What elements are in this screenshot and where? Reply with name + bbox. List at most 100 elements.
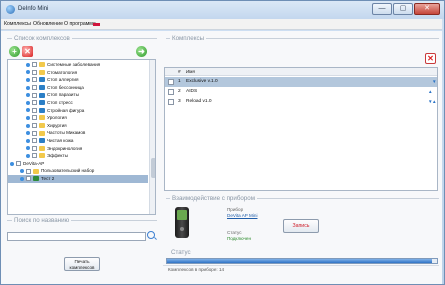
expand-icon[interactable]: [20, 176, 24, 181]
status-label: Статус: [227, 230, 242, 235]
write-button[interactable]: Запись: [283, 219, 319, 233]
tree-item-checkbox[interactable]: [32, 138, 37, 144]
expand-icon[interactable]: [10, 161, 14, 166]
tree-item[interactable]: Эффекты: [8, 152, 148, 160]
tree-item[interactable]: Стоп аллергия: [8, 76, 148, 84]
add-complex-button[interactable]: +: [9, 46, 20, 57]
expand-icon[interactable]: [26, 100, 30, 105]
scrollbar-thumb[interactable]: [151, 158, 155, 178]
tree-item-checkbox[interactable]: [32, 145, 37, 151]
tree-item[interactable]: Урология: [8, 114, 148, 122]
tree-item[interactable]: DeVita-AP: [8, 160, 148, 168]
tree-item-checkbox[interactable]: [32, 153, 37, 159]
tree-item-label: Стоп стресс: [47, 100, 73, 105]
complex-list-title: Список комплексов: [12, 35, 72, 42]
print-label-line2: комплексов: [69, 264, 95, 270]
tree-item-checkbox[interactable]: [32, 85, 37, 91]
tree-item[interactable]: Системные заболевания: [8, 61, 148, 69]
column-header-num: #: [178, 69, 181, 74]
menu-about[interactable]: О программе: [64, 21, 96, 27]
tree-item-label: Стоп бессонница: [47, 84, 84, 90]
search-icon[interactable]: [147, 231, 155, 239]
column-header-name: Имя: [186, 69, 195, 74]
tree-item[interactable]: Стройная фигура: [8, 107, 148, 115]
tree-item-checkbox[interactable]: [32, 62, 37, 68]
close-button[interactable]: ✕: [414, 3, 440, 15]
search-title: Поиск по названию: [12, 217, 72, 224]
expand-icon[interactable]: [26, 93, 30, 98]
title-bar: DeInfo Mini — ▢ ✕: [1, 1, 444, 19]
table-row[interactable]: 2 AIDS ▲ ▼: [165, 87, 437, 104]
tree-item-checkbox[interactable]: [32, 123, 37, 129]
tree-item[interactable]: Пользовательский набор: [8, 167, 148, 175]
tree-item-checkbox[interactable]: [26, 176, 31, 182]
book-icon: [39, 92, 45, 98]
expand-icon[interactable]: [26, 115, 30, 120]
expand-icon[interactable]: [26, 131, 30, 136]
folder-icon: [39, 153, 45, 159]
tree-item-checkbox[interactable]: [32, 69, 37, 75]
tree-item[interactable]: Частоты Микамов: [8, 129, 148, 137]
reorder-arrows-icon[interactable]: ▲: [432, 97, 437, 107]
tree-item-checkbox[interactable]: [16, 161, 21, 167]
book-icon: [39, 100, 45, 106]
menu-complexes[interactable]: Комплексы: [4, 21, 31, 27]
row-checkbox[interactable]: [168, 79, 174, 85]
footer-divider: [163, 265, 439, 266]
language-flag-icon[interactable]: [93, 23, 100, 26]
device-name-link[interactable]: DeVita AP Mini: [227, 213, 257, 218]
row-number: 3: [178, 99, 181, 104]
print-complexes-button[interactable]: Печать комплексов: [64, 257, 100, 271]
expand-icon[interactable]: [26, 85, 30, 90]
delete-complex-button[interactable]: ✕: [425, 53, 436, 64]
device-image: [175, 207, 189, 238]
footer-status-text: Комплексов в приборе: 14: [168, 267, 225, 272]
expand-icon[interactable]: [26, 108, 30, 113]
tree-item-checkbox[interactable]: [32, 107, 37, 113]
tree-item[interactable]: Тест 2: [8, 175, 148, 183]
tree-item[interactable]: Стоп стресс: [8, 99, 148, 107]
tree-scrollbar[interactable]: [149, 60, 155, 214]
expand-icon[interactable]: [26, 123, 30, 128]
tree-item-checkbox[interactable]: [32, 92, 37, 98]
tree-item-label: Стоматология: [47, 69, 78, 75]
tree-item[interactable]: Эндокринология: [8, 145, 148, 153]
expand-icon[interactable]: [26, 77, 30, 82]
tree-item[interactable]: Хирургия: [8, 122, 148, 130]
tree-item-checkbox[interactable]: [32, 100, 37, 106]
plus-icon: +: [12, 47, 17, 56]
remove-complex-button[interactable]: ✕: [22, 46, 33, 57]
tree-item-checkbox[interactable]: [26, 168, 31, 174]
expand-icon[interactable]: [26, 146, 30, 151]
tree-item[interactable]: Стоп паразиты: [8, 91, 148, 99]
window-title: DeInfo Mini: [18, 6, 49, 12]
folder-icon: [39, 69, 45, 75]
status-section-title: Статус: [171, 249, 191, 256]
menu-update[interactable]: Обновление: [33, 21, 63, 27]
tree-item-checkbox[interactable]: [32, 130, 37, 136]
table-row[interactable]: 1 Exclusive v.1.0 ▼: [165, 77, 437, 87]
maximize-button[interactable]: ▢: [393, 3, 413, 15]
tree-item[interactable]: Чистая кожа: [8, 137, 148, 145]
expand-icon[interactable]: [20, 169, 24, 174]
row-checkbox[interactable]: [168, 89, 174, 95]
complex-tree[interactable]: Системные заболевания Стоматология Стоп ал…: [7, 59, 156, 215]
tree-item-label: DeVita-AP: [23, 160, 45, 166]
tree-item-checkbox[interactable]: [32, 115, 37, 121]
expand-icon[interactable]: [26, 138, 30, 143]
expand-icon[interactable]: [26, 70, 30, 75]
folder-icon: [33, 168, 39, 174]
tree-item[interactable]: Стоматология: [8, 69, 148, 77]
tree-item-checkbox[interactable]: [32, 77, 37, 83]
add-to-list-button[interactable]: ➜: [136, 46, 147, 57]
expand-icon[interactable]: [26, 153, 30, 158]
row-checkbox[interactable]: [168, 99, 174, 105]
minimize-button[interactable]: —: [372, 3, 392, 15]
expand-icon[interactable]: [26, 62, 30, 67]
close-icon: ✕: [24, 47, 31, 56]
table-row[interactable]: 3 Reload v1.0 ▲: [165, 97, 437, 107]
device-label: Прибор: [227, 207, 244, 212]
search-input[interactable]: [7, 232, 146, 241]
tree-item[interactable]: Стоп бессонница: [8, 84, 148, 92]
reorder-arrows-icon[interactable]: ▼: [432, 77, 437, 87]
